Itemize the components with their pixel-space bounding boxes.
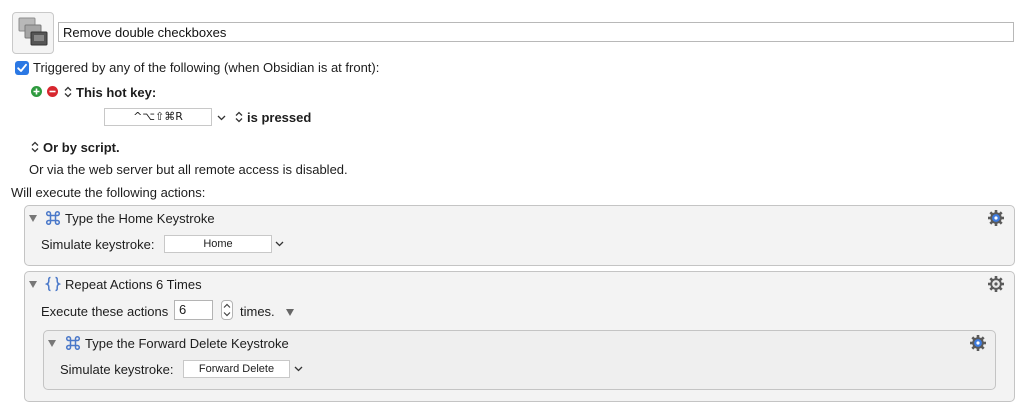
simulate-keystroke-label: Simulate keystroke: bbox=[41, 237, 155, 252]
plus-icon bbox=[33, 88, 40, 95]
actions-header: Will execute the following actions: bbox=[11, 185, 206, 200]
repeat-count-field[interactable]: 6 bbox=[174, 300, 213, 320]
gear-icon[interactable] bbox=[987, 275, 1005, 293]
action-panel-forward-delete[interactable]: Type the Forward Delete Keystroke Simula… bbox=[43, 330, 996, 390]
braces-icon bbox=[45, 276, 61, 292]
chevron-down-icon[interactable] bbox=[217, 115, 226, 121]
hotkey-trigger-label: This hot key: bbox=[76, 85, 157, 100]
gear-icon[interactable] bbox=[969, 334, 987, 352]
keystroke-field[interactable]: Forward Delete bbox=[183, 360, 290, 378]
web-server-label: Or via the web server but all remote acc… bbox=[29, 162, 348, 177]
command-icon bbox=[45, 210, 61, 226]
trigger-checkbox[interactable] bbox=[15, 61, 29, 75]
chevron-down-icon[interactable] bbox=[275, 241, 284, 247]
options-dropdown-icon[interactable] bbox=[286, 309, 294, 316]
script-trigger-updown-icon[interactable] bbox=[31, 141, 39, 153]
hotkey-mode-updown-icon[interactable] bbox=[235, 111, 243, 123]
gear-icon[interactable] bbox=[987, 209, 1005, 227]
simulate-keystroke-label: Simulate keystroke: bbox=[60, 362, 174, 377]
command-icon bbox=[65, 335, 81, 351]
is-pressed-label: is pressed bbox=[247, 110, 312, 125]
action-panel-home-keystroke[interactable]: Type the Home Keystroke Simulate keystro… bbox=[24, 205, 1015, 266]
add-trigger-button[interactable] bbox=[31, 86, 42, 97]
action-panel-repeat[interactable]: Repeat Actions 6 Times Execute these act… bbox=[24, 271, 1015, 402]
remove-trigger-button[interactable] bbox=[47, 86, 58, 97]
keystroke-field[interactable]: Home bbox=[164, 235, 272, 253]
repeat-count-stepper[interactable] bbox=[221, 300, 233, 320]
disclosure-triangle[interactable] bbox=[29, 281, 37, 288]
action-title: Type the Forward Delete Keystroke bbox=[85, 336, 289, 351]
macro-icon-graphic bbox=[18, 17, 48, 46]
trigger-type-updown-icon[interactable] bbox=[64, 86, 72, 98]
action-title: Repeat Actions 6 Times bbox=[65, 277, 202, 292]
chevron-down-icon[interactable] bbox=[294, 366, 303, 372]
macro-icon[interactable] bbox=[12, 12, 54, 54]
execute-label: Execute these actions bbox=[41, 304, 169, 319]
times-label: times. bbox=[240, 304, 275, 319]
stepper-arrows-icon bbox=[223, 303, 231, 317]
script-trigger-label: Or by script. bbox=[43, 140, 120, 155]
action-title: Type the Home Keystroke bbox=[65, 211, 215, 226]
disclosure-triangle[interactable] bbox=[48, 340, 56, 347]
trigger-label: Triggered by any of the following (when … bbox=[33, 60, 380, 75]
checkmark-icon bbox=[17, 63, 27, 72]
disclosure-triangle[interactable] bbox=[29, 215, 37, 222]
minus-icon bbox=[49, 90, 56, 93]
macro-name-field[interactable] bbox=[58, 22, 1014, 42]
hotkey-field[interactable]: ^⌥⇧⌘R bbox=[104, 108, 212, 126]
